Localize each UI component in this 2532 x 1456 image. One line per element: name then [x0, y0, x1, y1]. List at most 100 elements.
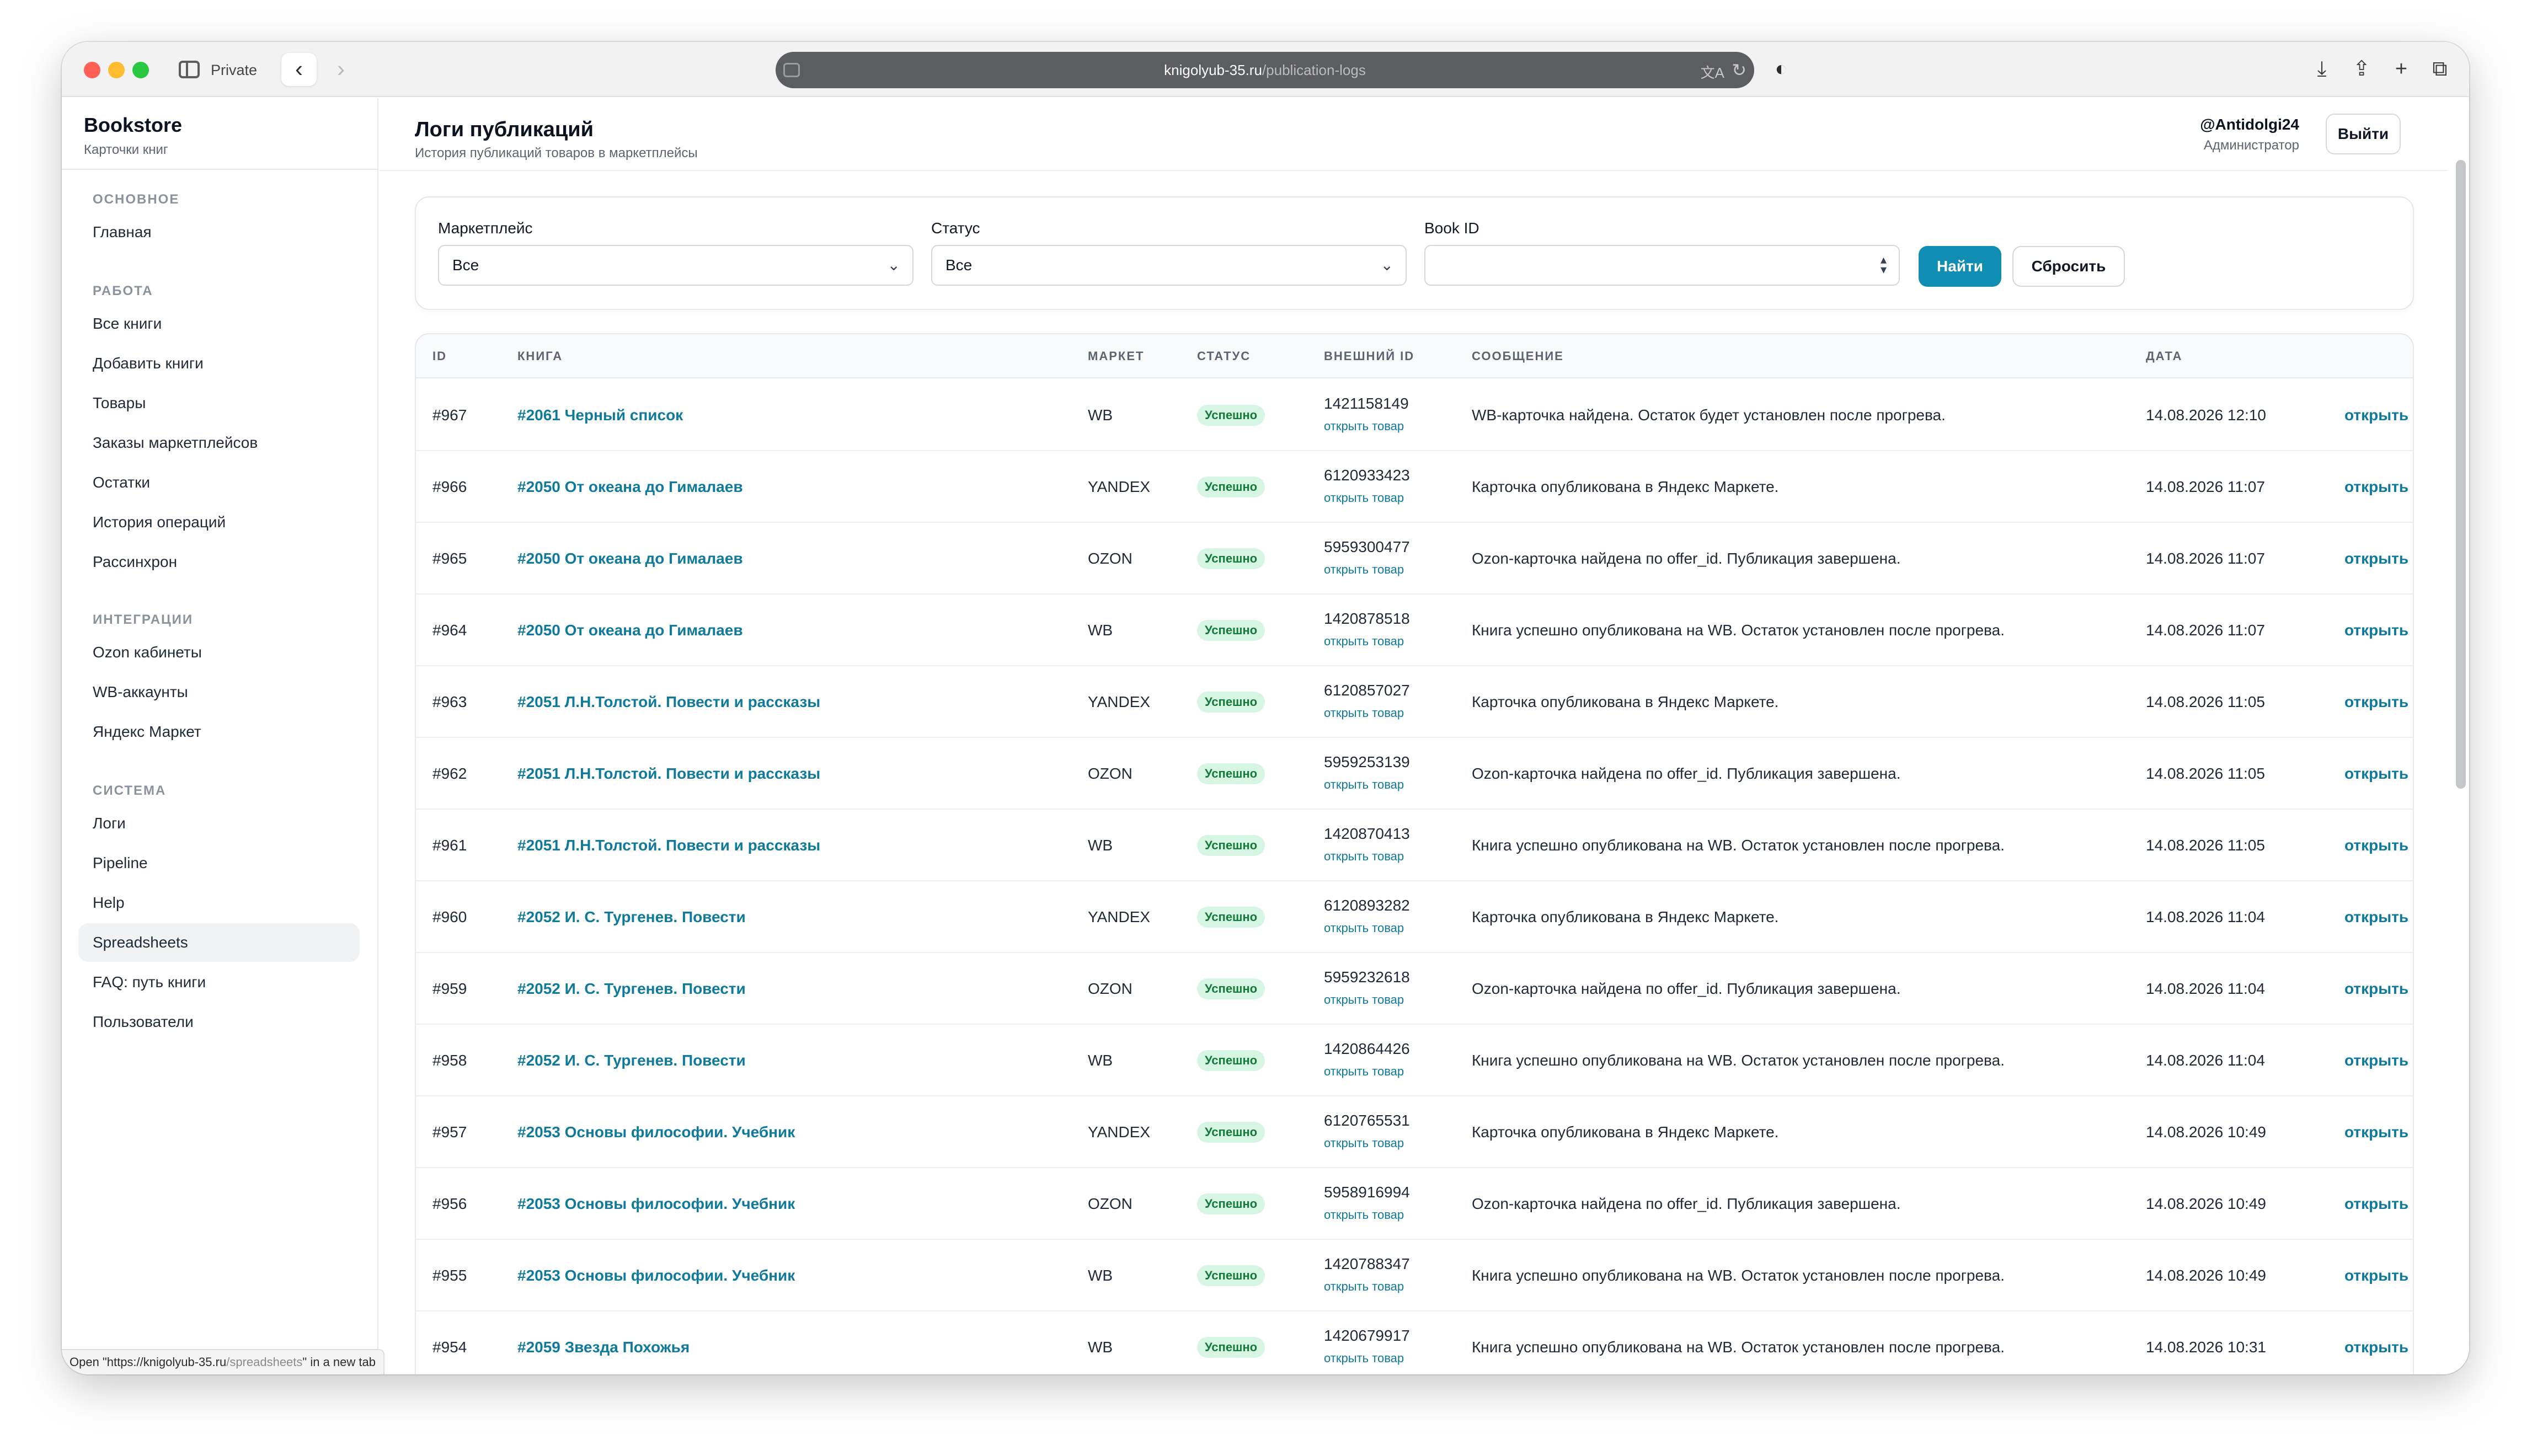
open-product-link[interactable]: открыть товар [1324, 1136, 1404, 1150]
sidebar-item-spreadsheets[interactable]: Spreadsheets [78, 923, 360, 962]
sidebar-item-wb[interactable]: WB-аккаунты [78, 673, 360, 711]
sidebar-item-help[interactable]: Help [78, 884, 360, 922]
open-log-link[interactable]: открыть [2344, 379, 2408, 451]
status-select[interactable]: Все ⌄ [931, 245, 1407, 286]
row-book-link[interactable]: #2051 Л.Н.Толстой. Повести и рассказы [517, 810, 820, 881]
open-log-link[interactable]: открыть [2344, 451, 2408, 523]
row-book-link[interactable]: #2050 От океана до Гималаев [517, 451, 743, 523]
sidebar-toggle-icon[interactable] [179, 61, 200, 78]
sidebar-item-history[interactable]: История операций [78, 503, 360, 542]
open-product-link[interactable]: открыть товар [1324, 778, 1404, 792]
open-log-link[interactable]: открыть [2344, 1168, 2408, 1240]
open-product-link[interactable]: открыть товар [1324, 634, 1404, 649]
open-log-link[interactable]: открыть [2344, 523, 2408, 595]
minimize-window-button[interactable] [108, 62, 125, 78]
section-label-system: СИСТЕМА [93, 783, 167, 798]
row-book-link[interactable]: #2052 И. С. Тургенев. Повести [517, 1025, 746, 1096]
open-log-link[interactable]: открыть [2344, 881, 2408, 953]
book-id-input[interactable]: ▴ ▾ [1424, 245, 1900, 286]
row-book-link[interactable]: #2052 И. С. Тургенев. Повести [517, 881, 746, 953]
open-log-link[interactable]: открыть [2344, 953, 2408, 1025]
row-message: Книга успешно опубликована на WB. Остато… [1472, 1339, 2005, 1356]
row-book-link[interactable]: #2052 И. С. Тургенев. Повести [517, 953, 746, 1025]
close-window-button[interactable] [84, 62, 100, 78]
status-badge: Успешно [1197, 1050, 1265, 1071]
sidebar-item-marketplace-orders[interactable]: Заказы маркетплейсов [78, 424, 360, 462]
page-scrollbar[interactable] [2456, 160, 2466, 789]
maximize-window-button[interactable] [132, 62, 149, 78]
sidebar-item-logs[interactable]: Логи [78, 804, 360, 843]
back-button[interactable]: ‹ [281, 53, 317, 86]
row-book-link[interactable]: #2053 Основы философии. Учебник [517, 1096, 795, 1168]
open-log-link[interactable]: открыть [2344, 738, 2408, 810]
marketplace-select[interactable]: Все ⌄ [438, 245, 914, 286]
status-badge: Успешно [1197, 692, 1265, 713]
row-external-id: 6120933423 [1324, 467, 1410, 484]
open-log-link[interactable]: открыть [2344, 595, 2408, 666]
open-log-link[interactable]: открыть [2344, 1025, 2408, 1096]
sidebar-item-yandex[interactable]: Яндекс Маркет [78, 713, 360, 751]
find-button[interactable]: Найти [1919, 246, 2001, 287]
open-log-link[interactable]: открыть [2344, 1312, 2408, 1374]
open-log-link[interactable]: открыть [2344, 810, 2408, 881]
sidebar-item-home[interactable]: Главная [78, 213, 360, 251]
open-product-link[interactable]: открыть товар [1324, 1280, 1404, 1294]
sidebar-item-users[interactable]: Пользователи [78, 1003, 360, 1041]
table-row: #964 #2050 От океана до Гималаев WB Успешно… [416, 595, 2413, 666]
open-product-link[interactable]: открыть товар [1324, 921, 1404, 935]
sidebar-item-stock[interactable]: Остатки [78, 463, 360, 502]
status-badge: Успешно [1197, 1265, 1265, 1286]
row-book-link[interactable]: #2053 Основы философии. Учебник [517, 1240, 795, 1312]
status-badge: Успешно [1197, 405, 1265, 426]
sidebar-item-faq[interactable]: FAQ: путь книги [78, 963, 360, 1002]
open-product-link[interactable]: открыть товар [1324, 1064, 1404, 1079]
row-book-link[interactable]: #2059 Звезда Похожья [517, 1312, 690, 1374]
status-value: Все [946, 256, 973, 274]
open-product-link[interactable]: открыть товар [1324, 419, 1404, 433]
open-product-link[interactable]: открыть товар [1324, 849, 1404, 864]
open-log-link[interactable]: открыть [2344, 666, 2408, 738]
table-row: #954 #2059 Звезда Похожья WB Успешно 1420679… [416, 1312, 2413, 1374]
download-icon[interactable]: ⤓ [2308, 56, 2336, 83]
row-external-id: 6120893282 [1324, 897, 1410, 914]
open-product-link[interactable]: открыть товар [1324, 706, 1404, 720]
open-product-link[interactable]: открыть товар [1324, 491, 1404, 505]
open-product-link[interactable]: открыть товар [1324, 1351, 1404, 1366]
new-tab-icon[interactable]: + [2387, 56, 2415, 83]
open-product-link[interactable]: открыть товар [1324, 1208, 1404, 1222]
status-tip-prefix: Open "https://knigolyub-35.ru [70, 1355, 227, 1369]
sidebar-item-ozon[interactable]: Ozon кабинеты [78, 633, 360, 672]
sidebar-item-desync[interactable]: Рассинхрон [78, 543, 360, 581]
row-book-link[interactable]: #2051 Л.Н.Толстой. Повести и рассказы [517, 666, 820, 738]
row-book-link[interactable]: #2061 Черный список [517, 379, 683, 451]
sidebar-item-add-books[interactable]: Добавить книги [78, 344, 360, 383]
sidebar-item-products[interactable]: Товары [78, 384, 360, 422]
logout-button[interactable]: Выйти [2326, 114, 2401, 154]
row-book-link[interactable]: #2050 От океана до Гималаев [517, 523, 743, 595]
translate-icon[interactable]: 文A [1701, 62, 1724, 82]
reload-icon[interactable]: ↻ [1732, 60, 1746, 81]
row-date: 14.08.2026 10:49 [2146, 1267, 2266, 1284]
marketplace-label: Маркетплейс [438, 220, 533, 237]
stepper-icon[interactable]: ▴ ▾ [1881, 254, 1887, 276]
share-icon[interactable]: ⇪ [2348, 56, 2375, 83]
open-product-link[interactable]: открыть товар [1324, 563, 1404, 577]
reset-button[interactable]: Сбросить [2012, 246, 2125, 287]
privacy-shield-icon[interactable]: ◐ [1769, 56, 1794, 83]
row-external-id: 5958916994 [1324, 1184, 1410, 1201]
open-product-link[interactable]: открыть товар [1324, 993, 1404, 1007]
open-log-link[interactable]: открыть [2344, 1240, 2408, 1312]
open-log-link[interactable]: открыть [2344, 1096, 2408, 1168]
row-id: #959 [432, 980, 467, 997]
tab-overview-icon[interactable]: ⧉ [2426, 56, 2454, 83]
address-bar[interactable]: knigolyub-35.ru/publication-logs 文A ↻ [776, 52, 1754, 88]
sidebar-item-pipeline[interactable]: Pipeline [78, 844, 360, 882]
row-book-link[interactable]: #2051 Л.Н.Толстой. Повести и рассказы [517, 738, 820, 810]
table-row: #958 #2052 И. С. Тургенев. Повести WB Успеш… [416, 1025, 2413, 1096]
forward-button[interactable]: › [323, 53, 359, 86]
row-book-link[interactable]: #2050 От океана до Гималаев [517, 595, 743, 666]
status-label: Статус [931, 220, 980, 237]
brand-title[interactable]: Bookstore [84, 114, 182, 137]
sidebar-item-all-books[interactable]: Все книги [78, 304, 360, 343]
row-book-link[interactable]: #2053 Основы философии. Учебник [517, 1168, 795, 1240]
